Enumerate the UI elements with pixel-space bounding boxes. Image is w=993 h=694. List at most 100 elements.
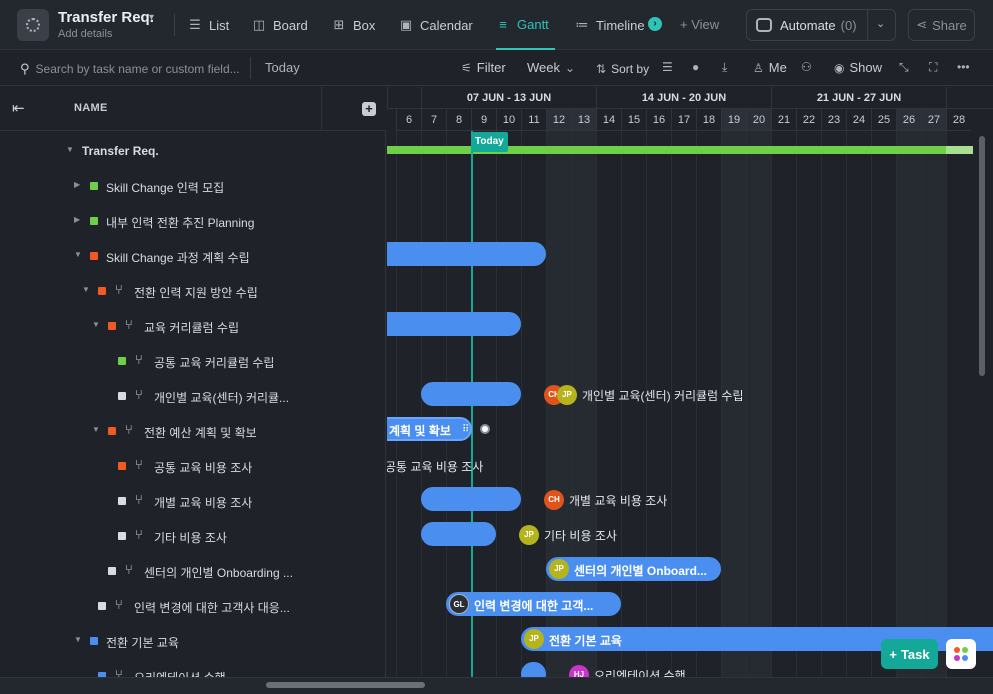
collapse-icon[interactable]: ⤡ xyxy=(899,60,909,75)
assignees-icon[interactable]: ⚇ xyxy=(801,60,812,74)
avatar[interactable]: GL xyxy=(449,594,469,614)
list-item[interactable]: ⑂ 개인별 교육(센터) 커리큘... xyxy=(0,378,385,413)
list-item[interactable]: ⑂ 인력 변경에 대한 고객사 대응... xyxy=(0,588,385,623)
name-column-header[interactable]: NAME xyxy=(74,102,108,114)
add-column-button[interactable]: + xyxy=(362,102,376,116)
tab-timeline[interactable]: ≔ Timeline xyxy=(575,0,645,50)
person-icon: ♙ xyxy=(753,60,764,75)
chevron-down-icon[interactable]: ⌄ xyxy=(876,17,885,30)
status-icon[interactable] xyxy=(98,287,106,295)
status-icon[interactable] xyxy=(108,427,116,435)
color-icon[interactable]: ● xyxy=(692,60,699,74)
box-icon: ⊞ xyxy=(333,17,345,32)
today-button[interactable]: Today xyxy=(265,60,300,75)
chevron-down-icon[interactable]: ▼ xyxy=(92,425,100,434)
status-icon[interactable] xyxy=(90,637,98,645)
subtask-icon: ⑂ xyxy=(135,492,143,507)
list-item[interactable]: ⑂ 센터의 개인별 Onboarding ... xyxy=(0,553,385,588)
top-bar: Transfer Req. ▾ Add details ☰ List ◫ Board… xyxy=(0,0,993,50)
status-icon[interactable] xyxy=(90,182,98,190)
week-select[interactable]: Week ⌄ xyxy=(527,60,575,75)
list-item[interactable]: ▼ Transfer Req. xyxy=(0,133,385,168)
list-item[interactable]: ⑂ 기타 비용 조사 xyxy=(0,518,385,553)
chevron-down-icon[interactable]: ▼ xyxy=(82,285,90,294)
bar-label: 공통 교육 비용 조사 xyxy=(387,460,484,474)
avatar[interactable]: JP xyxy=(549,559,569,579)
chevron-down-icon[interactable]: ▼ xyxy=(74,250,82,259)
gantt-bar[interactable] xyxy=(387,242,546,266)
tab-calendar[interactable]: ▣ Calendar xyxy=(399,0,473,50)
list-item[interactable]: ⑂ 개별 교육 비용 조사 xyxy=(0,483,385,518)
collapse-sidebar-icon[interactable]: ⇤ xyxy=(12,99,25,117)
drag-handle-icon[interactable]: ⠿ xyxy=(462,424,469,435)
add-view-button[interactable]: + View xyxy=(680,17,719,32)
avatar[interactable]: JP xyxy=(524,629,544,649)
gantt-bar[interactable]: JP 센터의 개인별 Onboard... xyxy=(546,557,721,581)
horizontal-scrollbar[interactable] xyxy=(266,682,425,688)
search-input[interactable]: ⚲ Search by task name or custom field... xyxy=(20,61,240,77)
list-item[interactable]: ▼ ⑂ 전환 인력 지원 방안 수립 xyxy=(0,273,385,308)
status-icon[interactable] xyxy=(118,357,126,365)
tab-board[interactable]: ◫ Board xyxy=(252,0,308,50)
avatar[interactable]: CH xyxy=(544,490,564,510)
download-icon[interactable]: ⤓ xyxy=(722,60,727,75)
more-options-icon[interactable]: ••• xyxy=(957,60,970,74)
me-filter-button[interactable]: ♙ Me xyxy=(753,60,787,75)
automate-button[interactable]: Automate (0) ⌄ xyxy=(746,9,896,41)
page-title[interactable]: Transfer Req. xyxy=(58,9,154,26)
day-header: 10 xyxy=(496,109,521,131)
add-task-button[interactable]: + Task xyxy=(881,639,938,669)
group-icon[interactable]: ☰ xyxy=(662,60,673,74)
chevron-down-icon[interactable]: ▼ xyxy=(74,635,82,644)
apps-icon[interactable] xyxy=(946,639,976,669)
tab-gantt[interactable]: ≡ Gantt xyxy=(496,0,555,50)
day-header: 9 xyxy=(471,109,496,131)
vertical-scrollbar[interactable] xyxy=(979,136,985,376)
status-icon[interactable] xyxy=(118,532,126,540)
dependency-handle[interactable] xyxy=(480,424,490,434)
status-icon[interactable] xyxy=(90,252,98,260)
more-views-icon[interactable]: › xyxy=(648,17,662,31)
list-item[interactable]: ▼ 전환 기본 교육 xyxy=(0,623,385,658)
subtask-icon: ⑂ xyxy=(115,667,123,677)
list-item[interactable]: ▼ ⑂ 전환 예산 계획 및 확보 xyxy=(0,413,385,448)
list-item[interactable]: ⑂ 오리엔테이션 수행 xyxy=(0,658,385,677)
tab-box[interactable]: ⊞ Box xyxy=(332,0,376,50)
gantt-bar[interactable] xyxy=(387,312,521,336)
share-button[interactable]: ⋖ Share xyxy=(908,9,975,41)
gantt-bar-selected[interactable]: 계획 및 확보 xyxy=(387,417,472,441)
status-icon[interactable] xyxy=(118,392,126,400)
avatar[interactable]: JP xyxy=(519,525,539,545)
chevron-down-icon[interactable]: ▼ xyxy=(66,145,74,154)
gantt-bar[interactable]: GL 인력 변경에 대한 고객... xyxy=(446,592,621,616)
status-icon[interactable] xyxy=(90,217,98,225)
gantt-bar[interactable] xyxy=(421,522,496,546)
list-item[interactable]: ⑂ 공통 교육 커리큘럼 수립 xyxy=(0,343,385,378)
add-details-link[interactable]: Add details xyxy=(58,28,112,40)
status-icon[interactable] xyxy=(118,497,126,505)
gantt-bar[interactable] xyxy=(421,382,521,406)
list-item[interactable]: ▶ 내부 인력 전환 추진 Planning xyxy=(0,203,385,238)
sort-button[interactable]: ⇅ Sort by xyxy=(596,62,649,76)
status-icon[interactable] xyxy=(108,322,116,330)
tab-list[interactable]: ☰ List xyxy=(188,0,229,50)
fullscreen-icon[interactable]: ⛶ xyxy=(929,60,937,75)
task-list: ▼ Transfer Req. ▶ Skill Change 인력 모집 ▶ 내… xyxy=(0,131,386,677)
status-icon[interactable] xyxy=(98,602,106,610)
space-icon[interactable] xyxy=(17,9,49,41)
list-item[interactable]: ▼ Skill Change 과정 계획 수립 xyxy=(0,238,385,273)
list-item[interactable]: ▼ ⑂ 교육 커리큘럼 수립 xyxy=(0,308,385,343)
show-button[interactable]: ◉ Show xyxy=(834,60,882,75)
status-icon[interactable] xyxy=(118,462,126,470)
chevron-right-icon[interactable]: ▶ xyxy=(74,180,80,189)
share-icon: ⋖ xyxy=(916,17,928,32)
chevron-down-icon[interactable]: ▼ xyxy=(92,320,100,329)
gantt-bar[interactable] xyxy=(421,487,521,511)
list-item[interactable]: ⑂ 공통 교육 비용 조사 xyxy=(0,448,385,483)
chevron-right-icon[interactable]: ▶ xyxy=(74,215,80,224)
avatar[interactable]: JP xyxy=(557,385,577,405)
chevron-down-icon[interactable]: ▾ xyxy=(149,12,154,23)
list-item[interactable]: ▶ Skill Change 인력 모집 xyxy=(0,168,385,203)
filter-button[interactable]: ⚟ Filter xyxy=(461,60,506,75)
status-icon[interactable] xyxy=(108,567,116,575)
